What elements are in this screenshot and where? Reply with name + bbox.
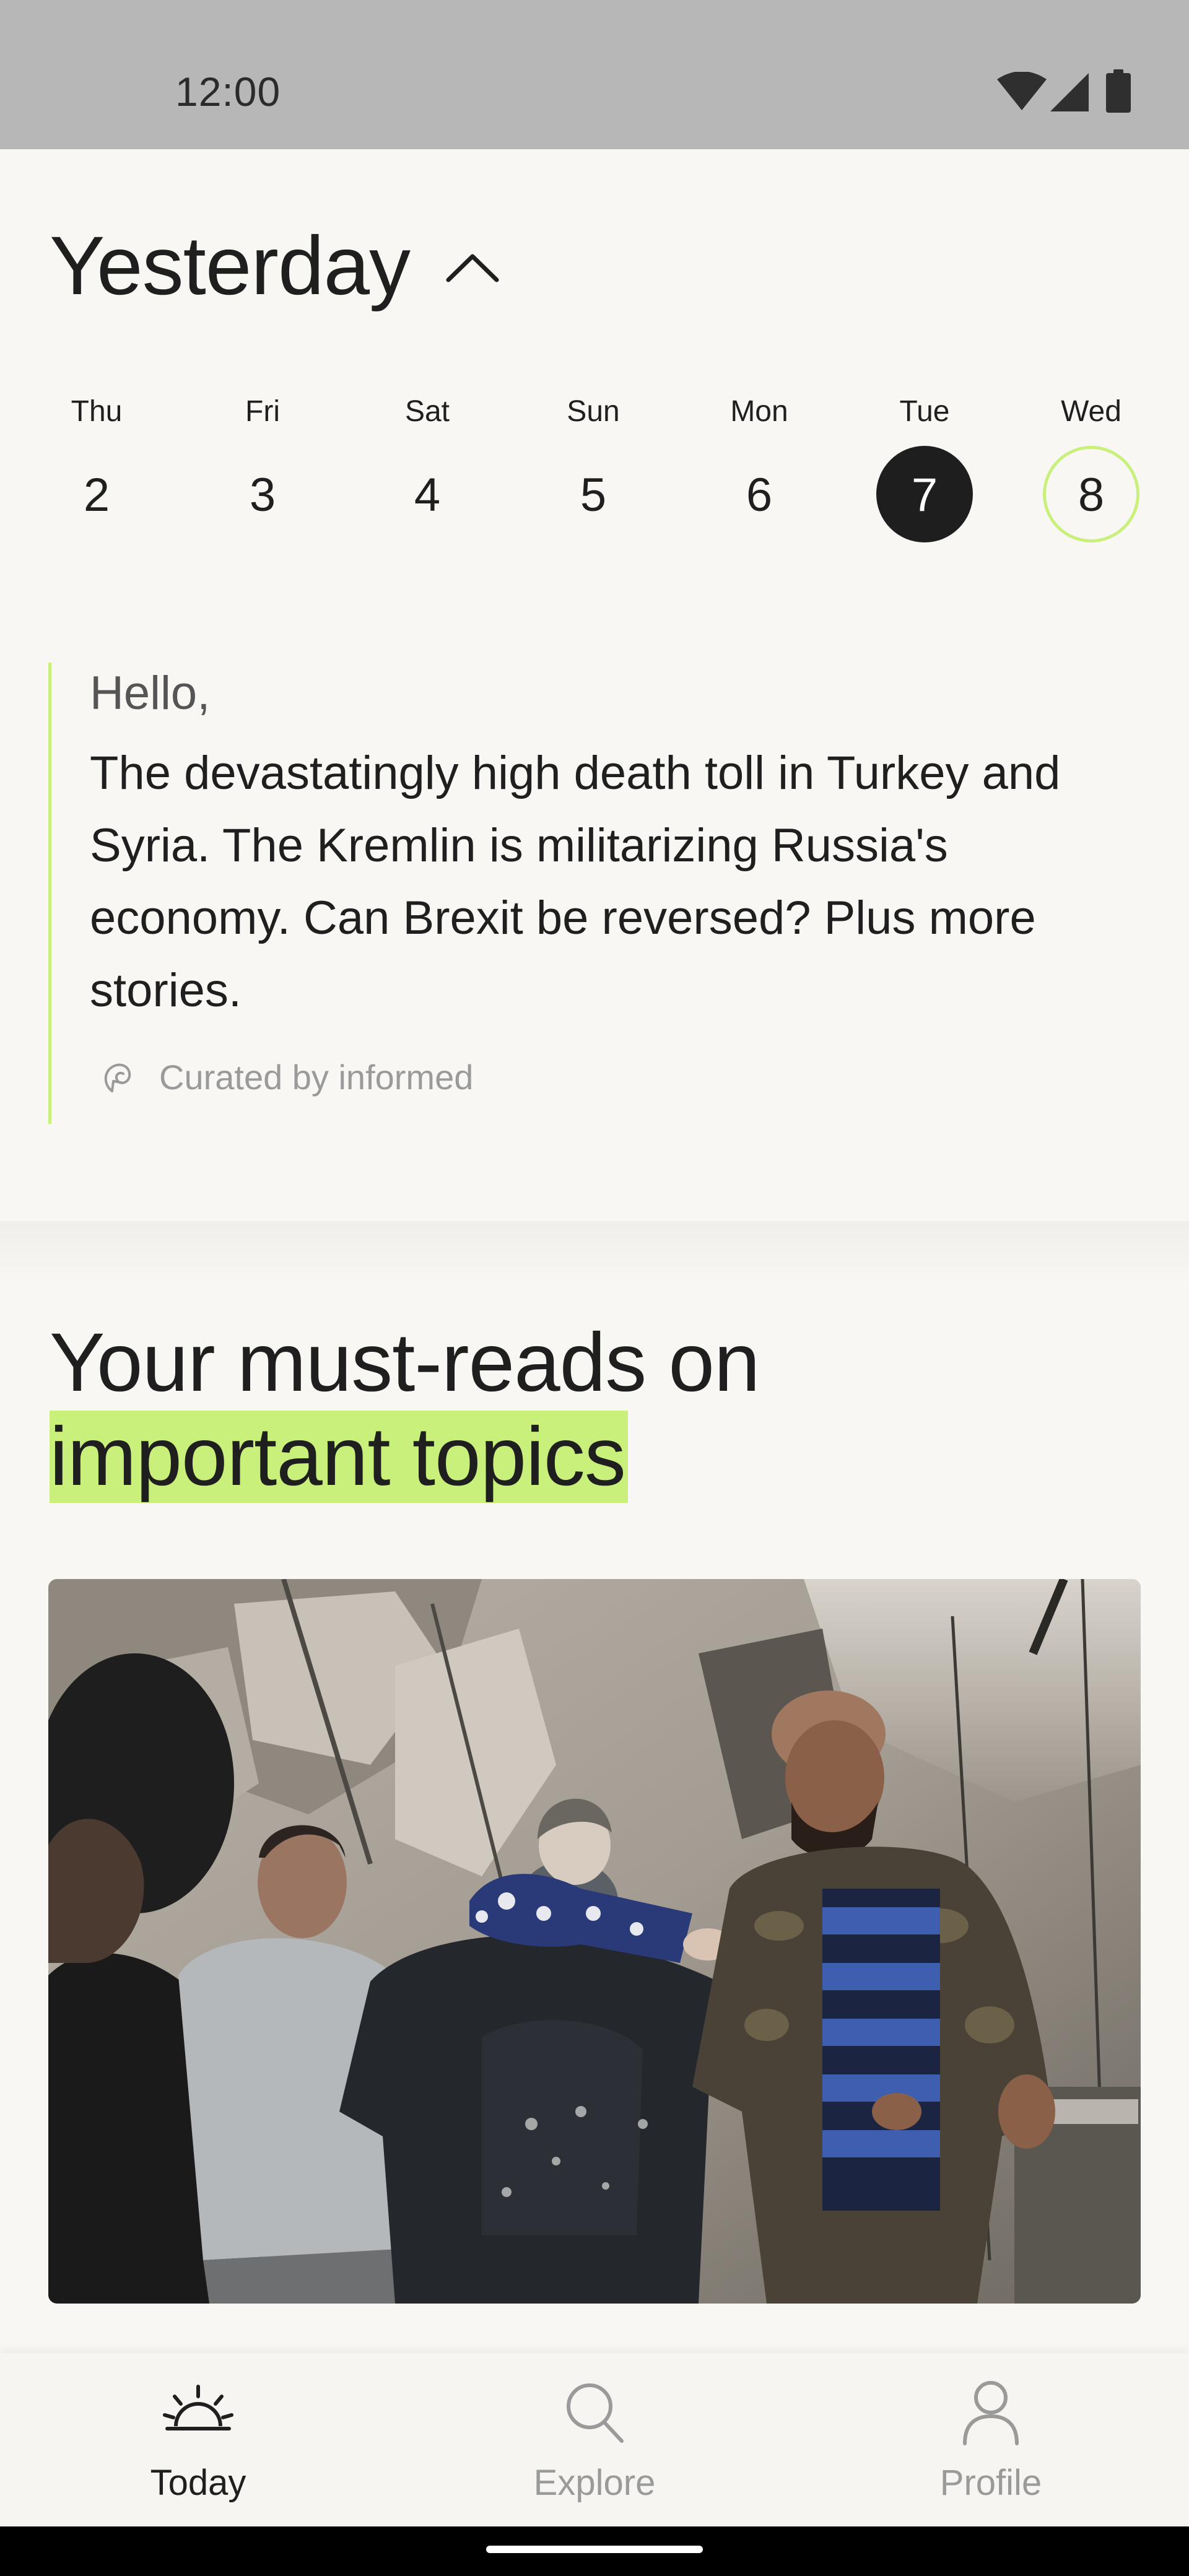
- section-title-highlight: important topics: [50, 1411, 628, 1503]
- day-number: 8: [1078, 469, 1105, 521]
- day-mon[interactable]: Mon 6: [697, 390, 821, 551]
- curated-label: Curated by informed: [159, 1058, 474, 1097]
- home-indicator[interactable]: [486, 2546, 703, 2553]
- bottom-nav: Today Explore Profile: [0, 2353, 1189, 2526]
- tab-today[interactable]: Today: [68, 2353, 328, 2526]
- signal-icon: [1050, 73, 1089, 111]
- day-sun[interactable]: Sun 5: [531, 390, 655, 551]
- daily-summary: Hello, The devastatingly high death toll…: [48, 663, 1154, 1124]
- day-number: 6: [746, 469, 773, 521]
- story-image[interactable]: [48, 1579, 1141, 2304]
- day-thu[interactable]: Thu 2: [35, 390, 159, 551]
- person-icon: [963, 2381, 1019, 2445]
- greeting: Hello,: [90, 667, 211, 720]
- day-name: Fri: [245, 395, 280, 428]
- section-title-line: Your must-reads on: [50, 1316, 760, 1409]
- day-name: Sat: [404, 395, 450, 428]
- page-title: Yesterday: [50, 220, 411, 312]
- tab-explore[interactable]: Explore: [464, 2353, 725, 2526]
- day-fri[interactable]: Fri 3: [201, 390, 324, 551]
- day-selector: Thu 2 Fri 3 Sat 4 Sun 5 Mon 6 Tue 7 Wed …: [19, 390, 1170, 551]
- day-number: 5: [580, 469, 607, 521]
- wifi-icon: [997, 72, 1047, 110]
- section-title: Your must-reads on important topics: [50, 1316, 1139, 1504]
- tab-label: Today: [150, 2463, 246, 2503]
- chevron-up-icon: [446, 254, 499, 282]
- day-number: 7: [911, 469, 938, 521]
- battery-icon: [1106, 69, 1131, 113]
- rescue-photo: [48, 1579, 1141, 2304]
- curated-by: Curated by informed: [100, 1053, 473, 1102]
- day-number: 4: [414, 469, 441, 521]
- day-sat[interactable]: Sat 4: [365, 390, 489, 551]
- tab-label: Explore: [533, 2463, 656, 2503]
- status-bar: 12:00: [0, 0, 1189, 149]
- section-divider: [0, 1221, 1189, 1283]
- day-name: Thu: [71, 395, 123, 428]
- tab-label: Profile: [939, 2463, 1042, 2503]
- date-range-toggle[interactable]: Yesterday: [50, 214, 500, 319]
- day-tue[interactable]: Tue 7: [863, 390, 986, 551]
- sunrise-icon: [163, 2385, 233, 2430]
- tab-profile[interactable]: Profile: [861, 2353, 1121, 2526]
- search-icon: [567, 2383, 624, 2443]
- day-number: 3: [249, 469, 276, 521]
- gesture-bar: [0, 2526, 1189, 2576]
- day-name: Sun: [567, 395, 620, 428]
- day-number: 2: [83, 469, 110, 521]
- day-name: Mon: [730, 395, 788, 428]
- day-wed[interactable]: Wed 8: [1029, 390, 1153, 551]
- informed-logo-icon: [104, 1063, 131, 1092]
- day-name: Wed: [1061, 395, 1121, 428]
- summary-text: The devastatingly high death toll in Tur…: [90, 747, 1061, 1017]
- status-icons: [997, 69, 1139, 113]
- day-name: Tue: [899, 395, 950, 428]
- status-time: 12:00: [175, 69, 281, 115]
